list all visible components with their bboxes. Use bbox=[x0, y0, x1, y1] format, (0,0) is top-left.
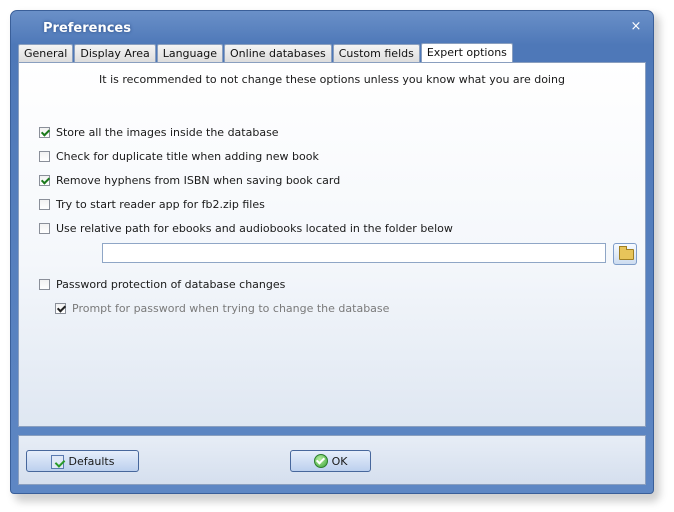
folder-path-input[interactable] bbox=[102, 243, 606, 263]
defaults-label: Defaults bbox=[68, 454, 115, 468]
defaults-button[interactable]: Defaults bbox=[26, 450, 139, 472]
option-label: Store all the images inside the database bbox=[56, 125, 279, 139]
dialog-title: Preferences bbox=[43, 21, 131, 36]
checkbox bbox=[55, 302, 66, 314]
option-label: Remove hyphens from ISBN when saving boo… bbox=[56, 173, 341, 187]
browse-folder-button[interactable] bbox=[613, 243, 637, 265]
option-label: Try to start reader app for fb2.zip file… bbox=[56, 197, 265, 211]
ok-label: OK bbox=[331, 454, 348, 468]
tab-custom-fields[interactable]: Custom fields bbox=[332, 44, 420, 63]
checkbox[interactable] bbox=[39, 222, 50, 234]
ok-check-icon bbox=[313, 454, 328, 468]
checkbox[interactable] bbox=[39, 126, 50, 138]
option-relative-path[interactable]: Use relative path for ebooks and audiobo… bbox=[39, 220, 453, 236]
tab-general[interactable]: General bbox=[18, 44, 74, 63]
option-password-protection[interactable]: Password protection of database changes bbox=[39, 276, 285, 292]
option-label: Check for duplicate title when adding ne… bbox=[56, 149, 319, 163]
checkbox[interactable] bbox=[39, 278, 50, 290]
tab-language[interactable]: Language bbox=[156, 44, 224, 63]
preferences-dialog: Preferences × General Display Area Langu… bbox=[10, 10, 654, 494]
tab-strip: General Display Area Language Online dat… bbox=[18, 43, 514, 63]
option-start-reader-fb2[interactable]: Try to start reader app for fb2.zip file… bbox=[39, 196, 265, 212]
folder-icon bbox=[619, 246, 634, 260]
close-icon[interactable]: × bbox=[629, 20, 643, 34]
tab-expert-options[interactable]: Expert options bbox=[420, 43, 513, 63]
option-label: Password protection of database changes bbox=[56, 277, 286, 291]
ok-button[interactable]: OK bbox=[290, 450, 371, 472]
checkbox[interactable] bbox=[39, 198, 50, 210]
title-bar[interactable]: Preferences × bbox=[11, 11, 653, 45]
expert-options-panel: It is recommended to not change these op… bbox=[18, 62, 646, 427]
tab-online-databases[interactable]: Online databases bbox=[224, 44, 332, 63]
option-label: Prompt for password when trying to chang… bbox=[72, 301, 390, 315]
option-check-duplicate-title[interactable]: Check for duplicate title when adding ne… bbox=[39, 148, 319, 164]
checkbox[interactable] bbox=[39, 174, 50, 186]
option-label: Use relative path for ebooks and audiobo… bbox=[56, 221, 453, 235]
warning-notice: It is recommended to not change these op… bbox=[99, 73, 565, 86]
tab-display-area[interactable]: Display Area bbox=[74, 44, 156, 63]
checkbox[interactable] bbox=[39, 150, 50, 162]
option-prompt-password: Prompt for password when trying to chang… bbox=[55, 300, 389, 316]
button-bar: Defaults OK bbox=[18, 435, 646, 485]
option-remove-isbn-hyphens[interactable]: Remove hyphens from ISBN when saving boo… bbox=[39, 172, 340, 188]
option-store-images[interactable]: Store all the images inside the database bbox=[39, 124, 279, 140]
defaults-icon bbox=[50, 454, 65, 469]
